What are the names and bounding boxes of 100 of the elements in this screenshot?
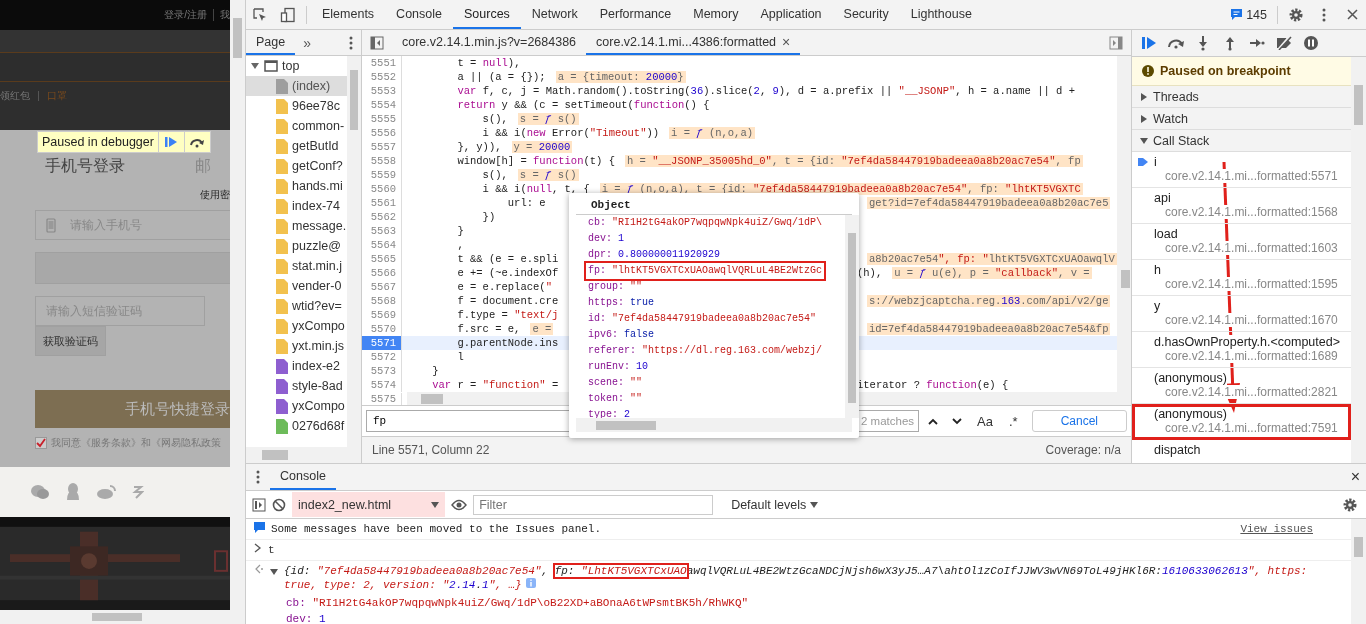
resume-icon[interactable] [1141, 36, 1157, 50]
file-item[interactable]: yxt.min.js [246, 336, 347, 356]
get-code-button[interactable]: 获取验证码 [35, 326, 106, 356]
inspect-icon[interactable] [252, 6, 268, 23]
file-tab[interactable]: core.v2.14.1.min.js?v=2684386 [392, 30, 587, 55]
line-number[interactable]: 5569 [362, 308, 402, 322]
file-item[interactable]: index-74 [246, 196, 347, 216]
file-item[interactable]: hands.mi [246, 176, 347, 196]
step-over-icon[interactable] [1167, 37, 1185, 49]
property-row[interactable]: id: "7ef4da58447919badeea0a8b20ac7e54" [586, 311, 819, 327]
scrollbar-thumb[interactable] [233, 18, 242, 58]
login-register-link[interactable]: 登录/注册 [164, 8, 207, 22]
call-frame[interactable]: d.hasOwnProperty.h.<computed> core.v2.14.1.mi...formatted:1689 [1132, 332, 1351, 368]
line-number[interactable]: 5555 [362, 112, 402, 126]
step-out-icon[interactable] [1225, 35, 1235, 51]
triangle-icon[interactable] [250, 61, 260, 71]
expand-icon[interactable] [270, 568, 278, 576]
file-item[interactable]: getConf? [246, 156, 347, 176]
file-item[interactable]: message. [246, 216, 347, 236]
call-frame[interactable]: api core.v2.14.1.mi...formatted:1568 [1132, 188, 1351, 224]
line-number[interactable]: 5562 [362, 210, 402, 224]
property-row[interactable]: fp: "lhtKT5VGXTCxUAOawqlVQRLuL4BE2WtzGc [586, 263, 825, 279]
scrollbar-thumb[interactable] [1354, 537, 1363, 557]
line-number[interactable]: 5560 [362, 182, 402, 196]
settings-icon[interactable] [1342, 496, 1358, 513]
property-row[interactable]: dev: 1 [586, 231, 627, 247]
call-frame[interactable]: dispatch [1132, 440, 1351, 463]
file-item[interactable]: yxCompo [246, 316, 347, 336]
line-number[interactable]: 5553 [362, 84, 402, 98]
eye-icon[interactable] [451, 498, 468, 511]
more-tabs-button[interactable]: » [295, 34, 319, 51]
scrollbar-thumb[interactable] [350, 70, 358, 130]
view-issues-link[interactable]: View issues [1240, 522, 1343, 536]
line-number[interactable]: 5552 [362, 70, 402, 84]
property-row[interactable]: token: "" [586, 391, 645, 407]
file-item[interactable]: getButId [246, 136, 347, 156]
panel-tab[interactable]: Network [520, 0, 589, 29]
file-item[interactable]: vender-0 [246, 276, 347, 296]
scrollbar-thumb[interactable] [421, 394, 443, 404]
context-select[interactable]: index2_new.html [292, 492, 446, 517]
section-header[interactable]: Threads [1132, 86, 1351, 108]
tree-item[interactable]: top [246, 56, 347, 76]
call-frame[interactable]: i core.v2.14.1.mi...formatted:5571 [1132, 152, 1351, 188]
panel-tab[interactable]: Application [749, 0, 833, 29]
line-number[interactable]: 5572 [362, 350, 402, 364]
chevron-up-icon[interactable] [928, 417, 939, 425]
scrollbar-thumb[interactable] [596, 420, 656, 430]
line-number[interactable]: 5559 [362, 168, 402, 182]
file-item[interactable]: wtid?ev= [246, 296, 347, 316]
pause-icon[interactable] [1304, 36, 1318, 50]
scrollbar-thumb[interactable] [848, 233, 856, 403]
line-number[interactable]: 5573 [362, 364, 402, 378]
step-into-icon[interactable] [1198, 35, 1208, 51]
property-row[interactable]: cb: "RI1H2tG4akOP7wqpqwNpk4uiZ/Gwq/1dP\ [586, 215, 825, 231]
property-row[interactable]: referer: "https://dl.reg.163.com/webzj/ [586, 343, 825, 359]
step-icon[interactable] [1249, 38, 1265, 48]
scrollbar-thumb[interactable] [92, 613, 142, 621]
more-icon[interactable] [1322, 7, 1326, 22]
file-item[interactable]: style-8ad [246, 376, 347, 396]
section-header[interactable]: Call Stack [1132, 130, 1351, 152]
property-row[interactable]: https: true [586, 295, 657, 311]
call-frame[interactable]: (anonymous) core.v2.14.1.mi...formatted:2821 [1132, 368, 1351, 404]
cancel-button[interactable]: Cancel [1031, 410, 1127, 432]
file-item[interactable]: common- [246, 116, 347, 136]
call-frame[interactable]: load core.v2.14.1.mi...formatted:1603 [1132, 224, 1351, 260]
sidebar-toggle-icon[interactable] [370, 35, 384, 50]
deactivate-breakpoints-icon[interactable] [1275, 36, 1293, 50]
line-number[interactable]: 5563 [362, 224, 402, 238]
scrollbar-thumb[interactable] [1120, 270, 1130, 288]
line-number[interactable]: 5561 [362, 196, 402, 210]
panel-tab[interactable]: Elements [311, 0, 386, 29]
line-number[interactable]: 5554 [362, 98, 402, 112]
more-icon[interactable] [349, 35, 353, 50]
section-header[interactable]: Watch [1132, 108, 1351, 130]
property-row[interactable]: runEnv: 10 [586, 359, 651, 375]
panel-tab[interactable]: Security [832, 0, 900, 29]
property-row[interactable]: ipv6: false [586, 327, 657, 343]
regex-button[interactable]: .* [1002, 413, 1024, 429]
file-item[interactable]: index-e2 [246, 356, 347, 376]
file-item[interactable]: 96ee78c [246, 96, 347, 116]
file-item[interactable]: puzzle@ [246, 236, 347, 256]
account-link[interactable]: 我 [220, 8, 230, 22]
navigator-tab[interactable]: Page [246, 30, 296, 55]
close-icon[interactable] [1346, 9, 1358, 20]
line-number[interactable]: 5565 [362, 252, 402, 266]
login-tab[interactable]: 手机号登录 [35, 156, 185, 176]
panel-tab[interactable]: Memory [682, 0, 750, 29]
line-number[interactable]: 5558 [362, 154, 402, 168]
call-frame[interactable]: (anonymous) core.v2.14.1.mi...formatted:7591 [1132, 404, 1351, 440]
scrollbar-thumb[interactable] [1354, 85, 1363, 125]
line-number[interactable]: 5566 [362, 266, 402, 280]
close-drawer-button[interactable]: × [1344, 468, 1366, 486]
drawer-tab[interactable]: Console [270, 464, 336, 490]
panel-tab[interactable]: Lighthouse [899, 0, 983, 29]
panel-tab[interactable]: Performance [588, 0, 683, 29]
line-number[interactable]: 5571 [362, 336, 402, 350]
scrollbar-thumb[interactable] [262, 450, 288, 460]
panel-tab[interactable]: Console [385, 0, 453, 29]
property-row[interactable]: dpr: 0.800000011920929 [586, 247, 723, 263]
agree-checkbox[interactable] [35, 437, 47, 449]
